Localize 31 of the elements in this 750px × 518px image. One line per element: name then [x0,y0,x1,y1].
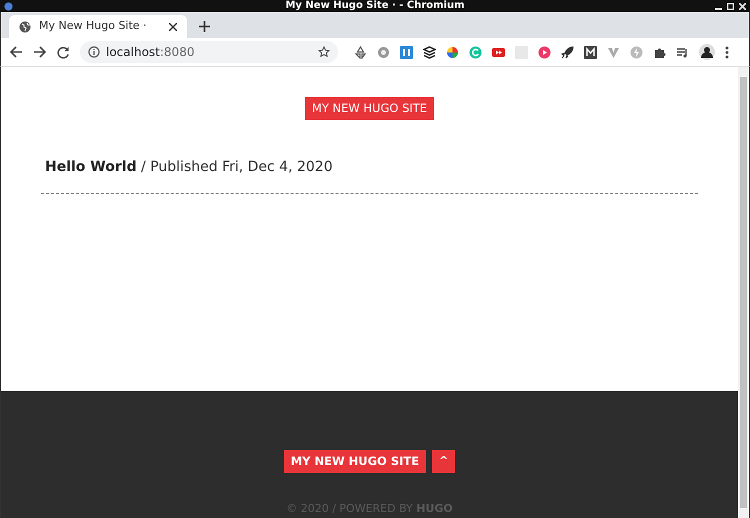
globe-icon [19,20,31,32]
browser-tab[interactable]: My New Hugo Site · [9,15,187,38]
app-icon [4,2,13,10]
window-title: My New Hugo Site · - Chromium [285,0,465,12]
scrollbar[interactable] [738,67,749,518]
forward-icon[interactable] [33,45,47,59]
reload-icon[interactable] [57,46,70,58]
url-port: :8080 [160,44,194,61]
back-icon[interactable] [9,45,23,59]
new-tab-icon[interactable] [199,21,210,32]
recycle-icon[interactable] [354,46,367,58]
play-icon[interactable] [492,46,505,58]
back-to-top-button[interactable]: ^ [432,450,456,474]
url-host: localhost [106,44,160,61]
close-tab-icon[interactable] [169,22,177,30]
menu-icon[interactable] [725,46,729,58]
post-entry[interactable]: Hello World / Published Fri, Dec 4, 2020 [45,157,333,178]
puzzle-icon[interactable] [653,46,666,58]
maximize-button[interactable] [727,2,734,10]
playlist-icon[interactable] [676,46,689,58]
color-wheel-icon[interactable] [446,46,459,58]
site-title-link[interactable]: MY NEW HUGO SITE [284,450,426,474]
rocket-icon[interactable] [561,46,574,58]
close-button[interactable] [739,2,746,10]
address-bar[interactable]: localhost:8080 [80,41,338,63]
info-icon [88,46,100,58]
star-icon[interactable] [318,46,330,58]
site-title-link[interactable]: MY NEW HUGO SITE [304,97,434,120]
avatar-icon[interactable] [699,44,715,60]
play-icon[interactable] [538,46,551,58]
layers-icon[interactable] [423,46,436,58]
